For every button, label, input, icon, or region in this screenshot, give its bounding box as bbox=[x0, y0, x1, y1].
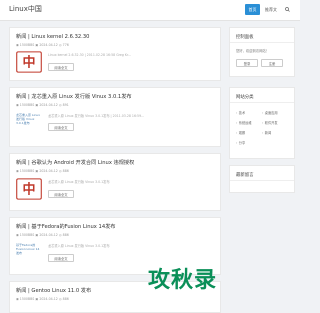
search-icon bbox=[285, 7, 290, 12]
user-icon: ◉ bbox=[16, 103, 19, 107]
login-button[interactable]: 登录 bbox=[236, 59, 258, 67]
calendar-icon: ▣ bbox=[35, 103, 39, 107]
post-date: 2024-04-12 bbox=[39, 103, 58, 107]
category-link[interactable]: 技术 bbox=[236, 110, 245, 115]
post-meta: ◉ 1500BBS ▣ 2024-04-12 ◎ 776 bbox=[16, 43, 69, 47]
watermark-text: 攻秋录 bbox=[148, 268, 218, 293]
post-excerpt: 龙芯重入原 Linux 发行版 Vinux 3.0.1发布 bbox=[48, 244, 110, 248]
category-panel-title: 网站分类 bbox=[236, 95, 254, 100]
post-card: 新闻 | Linux kernel 2.6.32.30 ◉ 1500BBS ▣ … bbox=[9, 27, 221, 81]
welcome-text: 您好，欢迎到访网站！ bbox=[236, 49, 269, 53]
site-logo: 中 bbox=[16, 178, 42, 200]
category-link[interactable]: 系统运维 bbox=[236, 120, 252, 125]
post-card: 新闻 | 龙芯重入原 Linux 发行版 Vinux 3.0.1发布 ◉ 150… bbox=[9, 87, 221, 147]
post-views: 886 bbox=[62, 297, 69, 301]
divider bbox=[230, 102, 294, 103]
post-title[interactable]: 新闻 | 龙芯重入原 Linux 发行版 Vinux 3.0.1发布 bbox=[16, 93, 132, 100]
post-meta: ◉ 1500BBS ▣ 2024-04-12 ◎ 886 bbox=[16, 169, 69, 173]
post-views: 776 bbox=[62, 43, 69, 47]
user-icon: ◉ bbox=[16, 43, 19, 47]
read-more-button[interactable]: 阅读全文 bbox=[48, 123, 74, 131]
svg-text:中: 中 bbox=[22, 54, 35, 70]
register-button[interactable]: 注册 bbox=[261, 59, 283, 67]
post-thumbnail[interactable]: 基于Fedora的Fusion Linux 14发布 bbox=[16, 243, 42, 265]
category-link[interactable]: 分享 bbox=[236, 140, 245, 145]
post-title[interactable]: 新闻 | 谷歌认为 Android 开发合同 Linux 违规授权 bbox=[16, 159, 134, 166]
category-link[interactable]: 桌面应用 bbox=[262, 110, 278, 115]
post-meta: ◉ 1500BBS ▣ 2024-04-12 ◎ 886 bbox=[16, 233, 69, 237]
post-excerpt: 龙芯重入原 Linux 发行版 Vinux 3.0.1发布 | 2011.03.… bbox=[48, 114, 145, 118]
post-date: 2024-04-12 bbox=[39, 297, 58, 301]
calendar-icon: ▣ bbox=[35, 297, 39, 301]
user-icon: ◉ bbox=[16, 297, 19, 301]
post-meta: ◉ 1500BBS ▣ 2024-04-12 ◎ 886 bbox=[16, 297, 69, 301]
user-icon: ◉ bbox=[16, 233, 19, 237]
post-excerpt: 龙芯重入原 Linux 发行版 Vinux 3.0.1发布 bbox=[48, 180, 110, 184]
post-title[interactable]: 新闻 | 基于Fedora的Fusion Linux 14发布 bbox=[16, 223, 116, 230]
category-panel: 网站分类 技术 桌面应用 系统运维 软件开发 观察 新闻 分享 bbox=[229, 87, 295, 159]
post-date: 2024-04-12 bbox=[39, 169, 58, 173]
eye-icon: ◎ bbox=[58, 233, 62, 237]
nav-home[interactable]: 首页 bbox=[245, 4, 260, 15]
calendar-icon: ▣ bbox=[35, 233, 39, 237]
post-thumbnail[interactable]: 龙芯重入原 Linux 发行版 Vinux 3.0.1发布 bbox=[16, 113, 42, 135]
recent-comments-panel: 最新留言 bbox=[229, 165, 295, 193]
nav-search-button[interactable] bbox=[282, 4, 293, 15]
post-title[interactable]: 新闻 | Gentoo Linux 11.0 发布 bbox=[16, 287, 91, 294]
post-card: 新闻 | 谷歌认为 Android 开发合同 Linux 违规授权 ◉ 1500… bbox=[9, 153, 221, 211]
eye-icon: ◎ bbox=[58, 297, 62, 301]
read-more-button[interactable]: 阅读全文 bbox=[48, 63, 74, 71]
nav-about[interactable]: 推荐文 bbox=[262, 4, 280, 15]
post-date: 2024-04-12 bbox=[39, 43, 58, 47]
category-link[interactable]: 观察 bbox=[236, 130, 245, 135]
post-title[interactable]: 新闻 | Linux kernel 2.6.32.30 bbox=[16, 33, 89, 40]
category-link[interactable]: 新闻 bbox=[262, 130, 271, 135]
category-link[interactable]: 软件开发 bbox=[262, 120, 278, 125]
calendar-icon: ▣ bbox=[35, 169, 39, 173]
user-icon: ◉ bbox=[16, 169, 19, 173]
post-meta: ◉ 1500BBS ▣ 2024-04-12 ◎ 891 bbox=[16, 103, 69, 107]
site-brand[interactable]: Linux中国 bbox=[9, 4, 42, 14]
site-logo: 中 bbox=[16, 51, 42, 73]
svg-text:中: 中 bbox=[22, 181, 35, 197]
divider bbox=[230, 180, 294, 181]
eye-icon: ◎ bbox=[58, 169, 62, 173]
read-more-button[interactable]: 阅读全文 bbox=[48, 254, 74, 262]
read-more-button[interactable]: 阅读全文 bbox=[48, 190, 74, 198]
divider bbox=[230, 42, 294, 43]
eye-icon: ◎ bbox=[58, 103, 62, 107]
post-views: 886 bbox=[62, 233, 69, 237]
eye-icon: ◎ bbox=[58, 43, 62, 47]
calendar-icon: ▣ bbox=[35, 43, 39, 47]
top-bar: Linux中国 首页 推荐文 bbox=[0, 0, 300, 21]
control-panel: 控制面板 您好，欢迎到访网站！ 登录 注册 bbox=[229, 27, 295, 77]
control-panel-title: 控制面板 bbox=[236, 35, 254, 40]
recent-comments-title: 最新留言 bbox=[236, 173, 254, 178]
post-excerpt: Linux kernel 2.6.32.30 | 2011.02.28 16:5… bbox=[48, 53, 132, 57]
post-views: 891 bbox=[62, 103, 69, 107]
post-date: 2024-04-12 bbox=[39, 233, 58, 237]
post-views: 886 bbox=[62, 169, 69, 173]
